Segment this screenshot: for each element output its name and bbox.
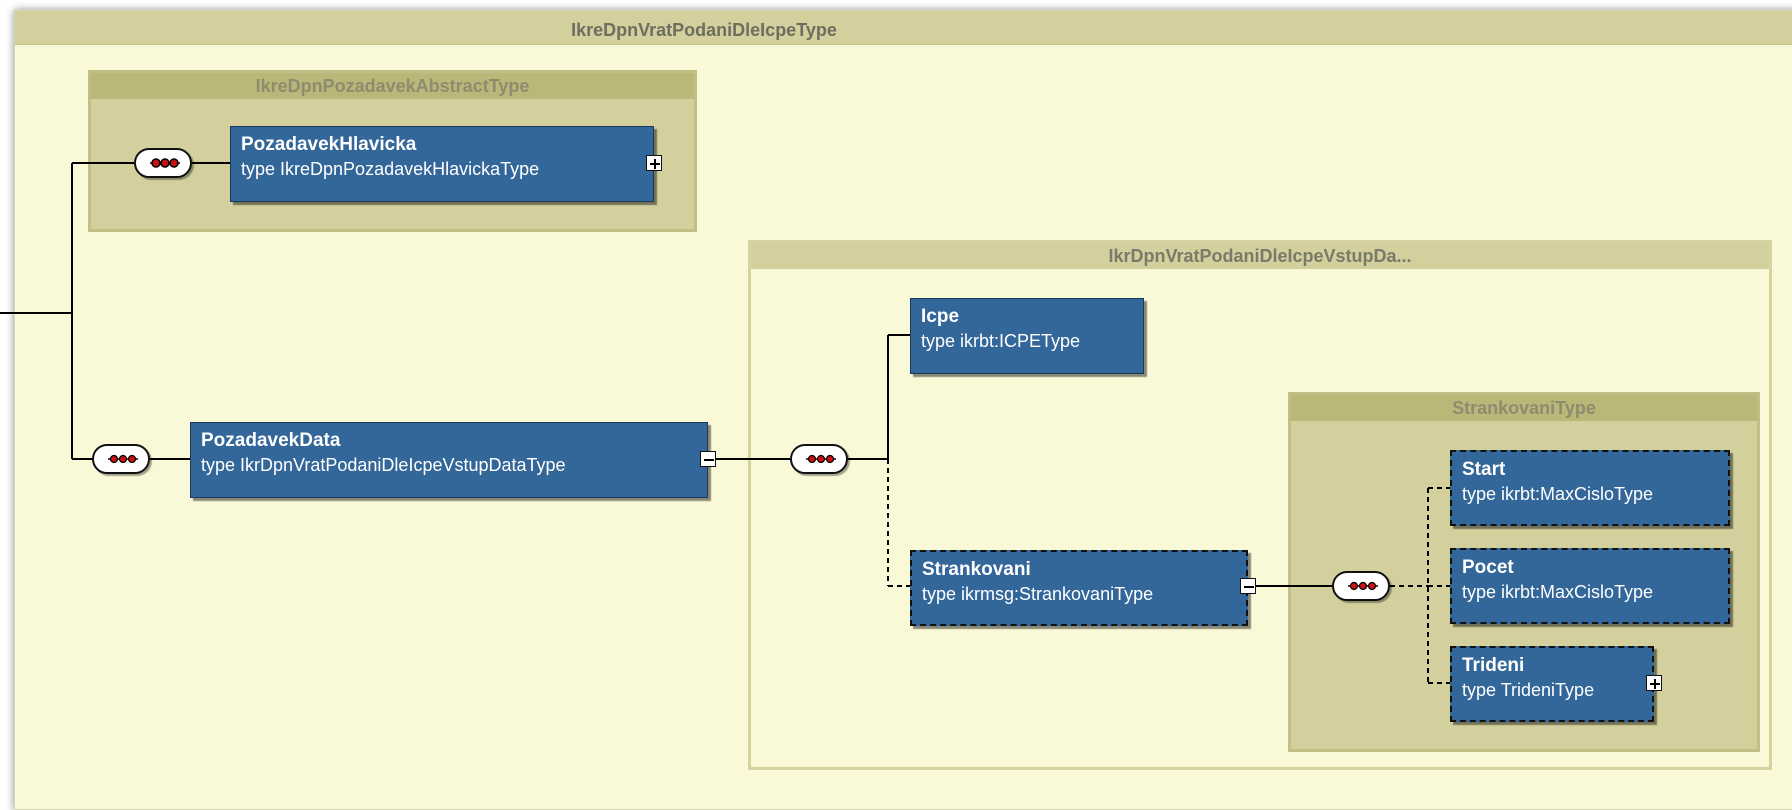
element-name: Trideni — [1462, 655, 1525, 676]
element-start[interactable]: Start type ikrbt:MaxCisloType — [1450, 450, 1730, 526]
element-type: type ikrbt:ICPEType — [921, 331, 1081, 351]
element-name: Start — [1462, 459, 1506, 480]
sequence-compositor-icon[interactable] — [1332, 571, 1390, 601]
expand-plus-icon[interactable] — [646, 155, 662, 171]
element-name: PozadavekHlavicka — [241, 134, 417, 155]
element-type: type IkreDpnPozadavekHlavickaType — [241, 159, 540, 179]
expand-plus-icon[interactable] — [1646, 675, 1662, 691]
element-pocet[interactable]: Pocet type ikrbt:MaxCisloType — [1450, 548, 1730, 624]
element-type: type ikrbt:MaxCisloType — [1462, 582, 1654, 602]
element-type: type ikrmsg:StrankovaniType — [922, 584, 1154, 604]
element-icpe[interactable]: Icpe type ikrbt:ICPEType — [910, 298, 1144, 374]
element-type: type IkrDpnVratPodaniDleIcpeVstupDataTyp… — [201, 455, 566, 475]
element-pozadavek-data[interactable]: PozadavekData type IkrDpnVratPodaniDleIc… — [190, 422, 708, 498]
sequence-compositor-icon[interactable] — [134, 148, 192, 178]
element-strankovani[interactable]: Strankovani type ikrmsg:StrankovaniType — [910, 550, 1248, 626]
element-name: Icpe — [921, 306, 960, 327]
collapse-minus-icon[interactable] — [700, 451, 716, 467]
element-trideni[interactable]: Trideni type TrideniType — [1450, 646, 1654, 722]
element-name: Pocet — [1462, 557, 1514, 578]
sequence-compositor-icon[interactable] — [790, 444, 848, 474]
element-type: type TrideniType — [1462, 680, 1595, 700]
element-type: type ikrbt:MaxCisloType — [1462, 484, 1654, 504]
sequence-compositor-icon[interactable] — [92, 444, 150, 474]
element-name: PozadavekData — [201, 430, 341, 451]
element-name: Strankovani — [922, 559, 1031, 580]
element-pozadavek-hlavicka[interactable]: PozadavekHlavicka type IkreDpnPozadavekH… — [230, 126, 654, 202]
schema-diagram: IkreDpnVratPodaniDleIcpeType IkreDpnPoza… — [0, 0, 1792, 810]
collapse-minus-icon[interactable] — [1240, 578, 1256, 594]
